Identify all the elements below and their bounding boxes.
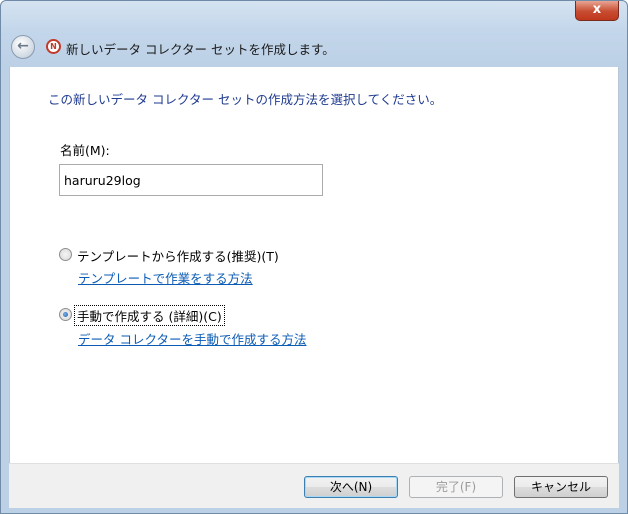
close-button[interactable]: x	[575, 1, 619, 21]
wizard-content: この新しいデータ コレクター セットの作成方法を選択してください。 名前(M):…	[9, 67, 619, 463]
cancel-button[interactable]: キャンセル	[514, 476, 608, 498]
manual-help-link[interactable]: データ コレクターを手動で作成する方法	[78, 329, 306, 348]
template-radio[interactable]	[59, 248, 72, 261]
name-label: 名前(M):	[60, 143, 110, 158]
next-button[interactable]: 次へ(N)	[304, 476, 398, 498]
wizard-window: x ← N 新しいデータ コレクター セットを作成します。 この新しいデータ コ…	[0, 0, 628, 514]
template-option-label[interactable]: テンプレートから作成する(推奨)(T)	[75, 246, 281, 265]
perfmon-app-icon: N	[46, 39, 61, 54]
wizard-footer: 次へ(N) 完了(F) キャンセル	[9, 463, 619, 508]
finish-button[interactable]: 完了(F)	[409, 476, 503, 498]
template-help-link[interactable]: テンプレートで作業をする方法	[78, 268, 253, 287]
back-arrow-icon[interactable]: ←	[11, 35, 35, 59]
title-bar: ← N 新しいデータ コレクター セットを作成します。	[1, 29, 627, 65]
name-input[interactable]	[59, 164, 323, 196]
manual-option-label[interactable]: 手動で作成する (詳細)(C)	[74, 305, 225, 326]
window-title: 新しいデータ コレクター セットを作成します。	[66, 42, 335, 57]
page-heading: この新しいデータ コレクター セットの作成方法を選択してください。	[48, 92, 443, 107]
manual-radio[interactable]	[59, 308, 72, 321]
